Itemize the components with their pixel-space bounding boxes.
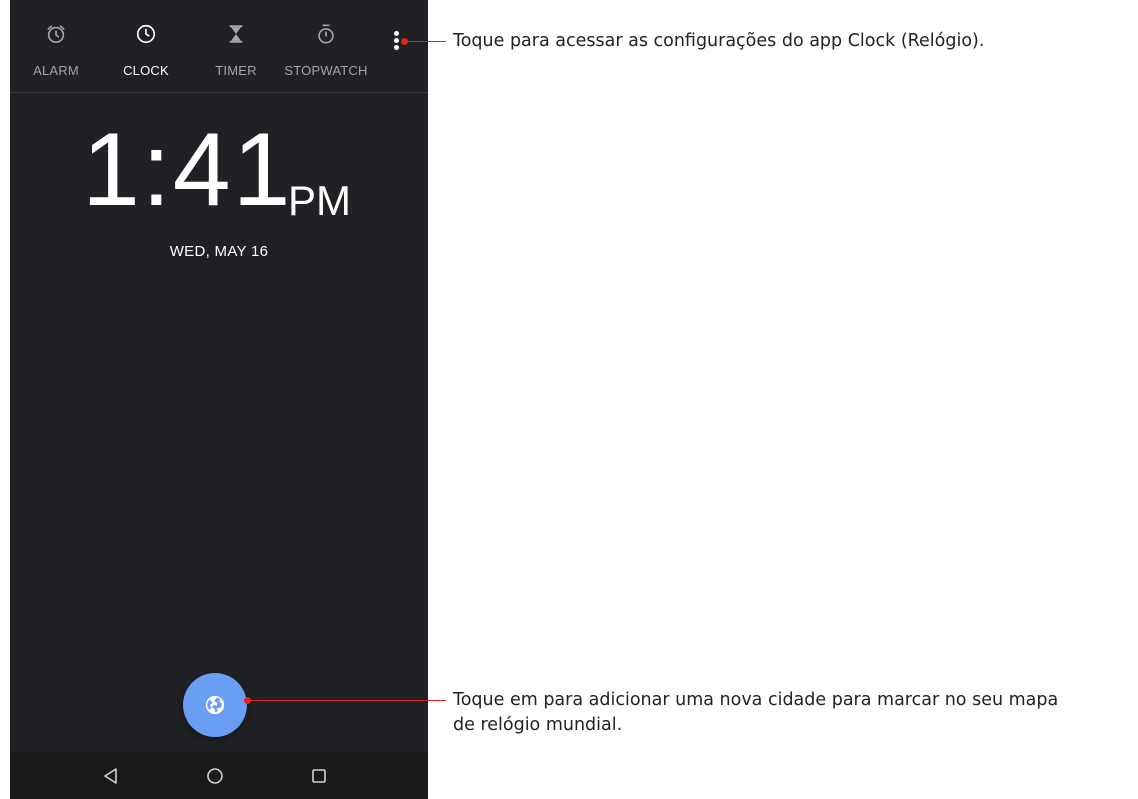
tab-label-alarm: ALARM (33, 63, 79, 78)
tab-clock[interactable]: CLOCK (101, 0, 191, 92)
nav-recents-button[interactable] (306, 763, 332, 789)
annotation-settings: Toque para acessar as configurações do a… (453, 31, 985, 51)
clock-time: 1:41 (82, 112, 293, 228)
clock-icon (136, 24, 156, 44)
callout-line-settings (404, 41, 446, 42)
annotation-add-city-line2: de relógio mundial. (453, 715, 623, 735)
globe-icon (205, 695, 225, 715)
annotation-add-city-line1: Toque em para adicionar uma nova cidade … (453, 690, 1059, 710)
clock-ampm: PM (288, 177, 351, 224)
recents-icon (312, 769, 326, 783)
clock-app-screen: ALARM CLOCK TIMER STOPWATCH 1:41 PM WED,… (10, 0, 428, 799)
more-vert-dot (394, 45, 399, 50)
tab-label-stopwatch: STOPWATCH (284, 63, 368, 78)
tab-alarm[interactable]: ALARM (11, 0, 101, 92)
nav-home-button[interactable] (202, 763, 228, 789)
back-icon (104, 768, 117, 784)
add-city-button[interactable] (183, 673, 247, 737)
clock-date: WED, MAY 16 (169, 243, 269, 260)
nav-back-button[interactable] (98, 763, 124, 789)
stopwatch-icon (318, 24, 334, 44)
tab-bar: ALARM CLOCK TIMER STOPWATCH (10, 0, 428, 93)
tab-label-timer: TIMER (215, 63, 257, 78)
tab-stopwatch[interactable]: STOPWATCH (281, 0, 371, 92)
system-nav-bar (10, 752, 428, 799)
tab-label-clock: CLOCK (123, 63, 169, 78)
more-vert-dot (394, 38, 399, 43)
more-vert-icon (394, 31, 399, 36)
hourglass-icon (229, 25, 243, 43)
tab-timer[interactable]: TIMER (191, 0, 281, 92)
callout-line-add-city (247, 700, 446, 701)
alarm-icon (47, 25, 65, 44)
home-icon (207, 768, 223, 784)
